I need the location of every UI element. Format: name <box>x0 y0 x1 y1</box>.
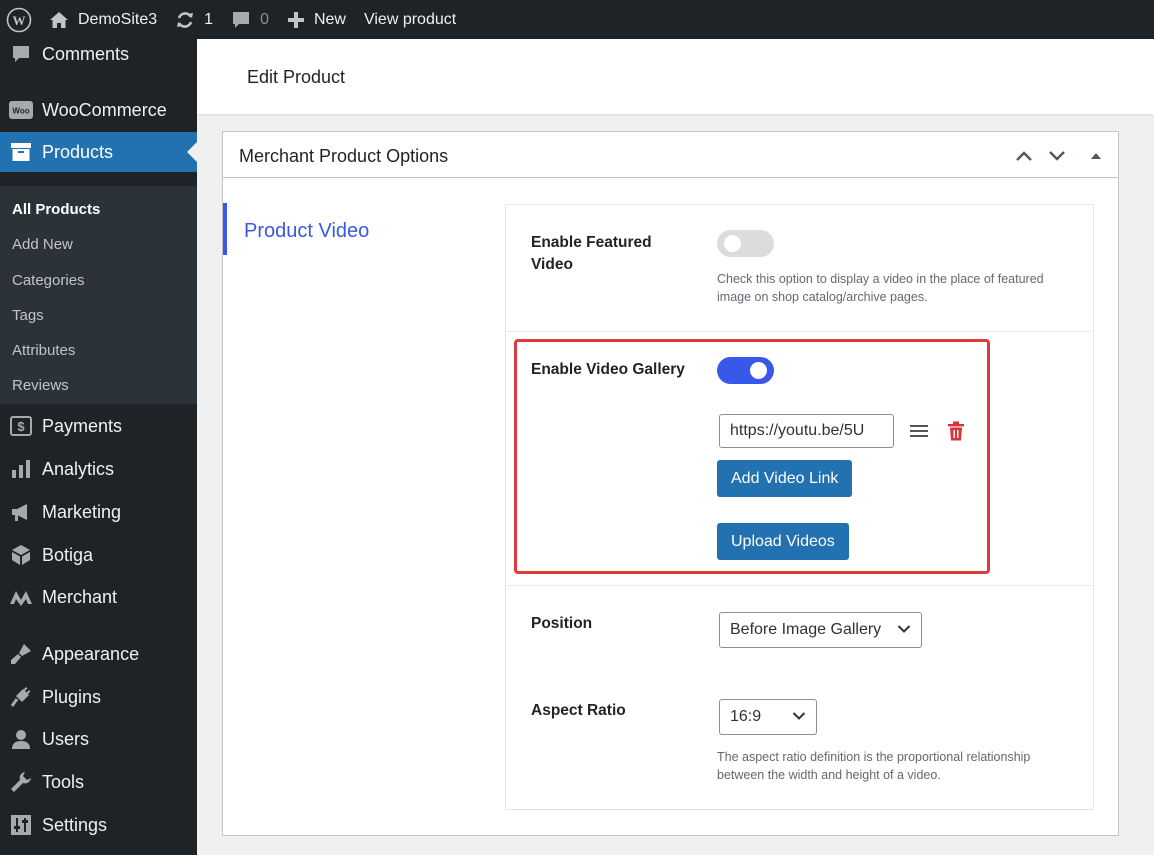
updates-count: 1 <box>204 10 214 28</box>
bar-chart-icon <box>0 459 42 479</box>
submenu-add-new[interactable]: Add New <box>12 236 73 253</box>
menu-appearance[interactable]: Appearance <box>0 634 197 674</box>
menu-users[interactable]: Users <box>0 719 197 759</box>
view-product-link[interactable]: View product <box>355 0 465 39</box>
position-select-value: Before Image Gallery <box>730 621 882 638</box>
chevron-up-icon[interactable] <box>1013 145 1035 167</box>
cube-icon <box>0 544 42 566</box>
position-select[interactable]: Before Image Gallery <box>719 612 922 648</box>
comments-link[interactable]: 0 <box>222 0 278 39</box>
submenu-attributes[interactable]: Attributes <box>12 342 75 359</box>
new-content-link[interactable]: New <box>278 0 355 39</box>
aspect-ratio-description: The aspect ratio definition is the propo… <box>717 750 1031 782</box>
menu-marketing[interactable]: Marketing <box>0 492 197 532</box>
tab-product-video[interactable]: Product Video <box>223 203 463 255</box>
position-label: Position <box>531 615 593 632</box>
menu-botiga[interactable]: Botiga <box>0 535 197 575</box>
page-header: Edit Product <box>197 39 1154 114</box>
metabox-header: Merchant Product Options <box>223 132 1118 178</box>
video-settings-panel: Enable Featured Video Check this option … <box>505 204 1094 810</box>
featured-video-description: Check this option to display a video in … <box>717 272 1044 304</box>
submenu-all-products[interactable]: All Products <box>12 201 100 218</box>
trash-icon[interactable] <box>944 419 968 443</box>
submenu-categories[interactable]: Categories <box>12 272 85 289</box>
menu-products[interactable]: Products <box>0 132 197 172</box>
merchant-icon <box>0 588 42 606</box>
menu-merchant[interactable]: Merchant <box>0 577 197 617</box>
aspect-ratio-select[interactable]: 16:9 <box>719 699 817 735</box>
comment-icon <box>233 11 250 28</box>
drag-handle-icon[interactable] <box>907 419 931 443</box>
megaphone-icon <box>0 502 42 522</box>
products-submenu: All Products Add New Categories Tags Att… <box>0 186 197 404</box>
new-label: New <box>313 10 346 28</box>
upload-videos-button[interactable]: Upload Videos <box>717 523 849 560</box>
menu-payments[interactable]: $ Payments <box>0 406 197 446</box>
merchant-options-metabox: Merchant Product Options Product Video E… <box>222 131 1119 836</box>
admin-bar: W DemoSite3 1 0 New View product <box>0 0 1154 39</box>
metabox-title: Merchant Product Options <box>239 146 449 166</box>
comment-icon <box>0 44 42 64</box>
page-title: Edit Product <box>247 67 346 87</box>
chevron-down-icon <box>792 712 806 720</box>
menu-plugins[interactable]: Plugins <box>0 677 197 717</box>
refresh-icon <box>177 11 194 28</box>
featured-video-label: Enable Featured Video <box>531 234 652 273</box>
menu-tools[interactable]: Tools <box>0 762 197 802</box>
menu-comments[interactable]: Comments <box>0 39 197 74</box>
menu-woocommerce[interactable]: Woo WooCommerce <box>0 90 197 130</box>
video-gallery-toggle[interactable] <box>717 357 774 384</box>
aspect-ratio-select-value: 16:9 <box>730 708 762 725</box>
svg-text:Woo: Woo <box>12 107 29 116</box>
submenu-reviews[interactable]: Reviews <box>12 377 69 394</box>
user-icon <box>0 728 42 750</box>
divider <box>506 331 1093 332</box>
sliders-icon <box>0 814 42 836</box>
svg-text:$: $ <box>17 419 25 434</box>
woo-icon: Woo <box>0 101 42 119</box>
video-gallery-label: Enable Video Gallery <box>531 361 685 378</box>
home-icon <box>50 11 68 28</box>
chevron-down-icon <box>897 625 911 633</box>
brush-icon <box>0 643 42 665</box>
chevron-down-icon[interactable] <box>1046 145 1068 167</box>
payments-icon: $ <box>0 416 42 436</box>
aspect-ratio-label: Aspect Ratio <box>531 702 626 719</box>
wrench-icon <box>0 771 42 793</box>
site-name: DemoSite3 <box>78 10 158 28</box>
comments-count: 0 <box>260 10 269 28</box>
site-name-link[interactable]: DemoSite3 <box>40 0 166 39</box>
submenu-tags[interactable]: Tags <box>12 307 44 324</box>
plus-icon <box>287 11 304 28</box>
menu-analytics[interactable]: Analytics <box>0 449 197 489</box>
featured-video-toggle[interactable] <box>717 230 774 257</box>
menu-settings[interactable]: Settings <box>0 805 197 845</box>
collapse-triangle-icon[interactable] <box>1085 145 1107 167</box>
wordpress-logo-icon[interactable]: W <box>0 0 40 39</box>
updates-link[interactable]: 1 <box>166 0 222 39</box>
admin-sidebar: Comments Woo WooCommerce Products All Pr… <box>0 39 197 855</box>
divider <box>506 585 1093 586</box>
plugin-icon <box>0 686 42 708</box>
archive-icon <box>0 142 42 162</box>
svg-text:W: W <box>13 13 26 28</box>
video-link-input[interactable] <box>719 414 894 448</box>
add-video-link-button[interactable]: Add Video Link <box>717 460 853 497</box>
